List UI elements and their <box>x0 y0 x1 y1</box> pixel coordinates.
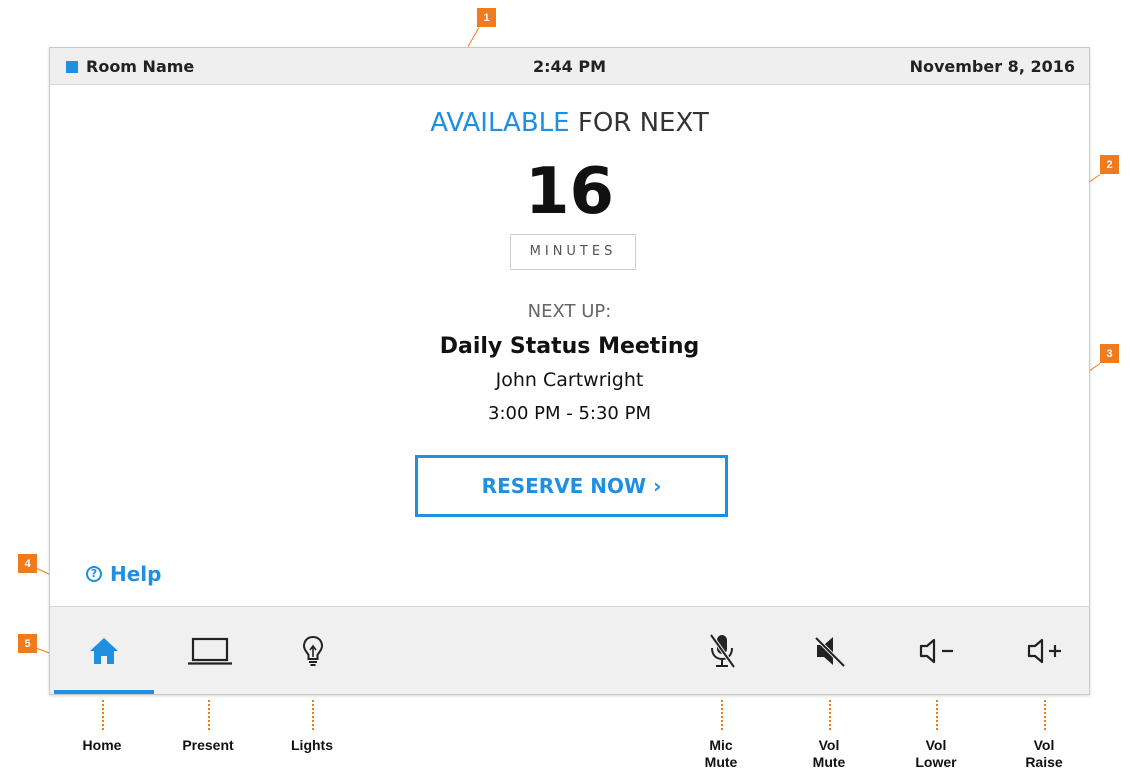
leader-mic-mute <box>721 700 723 730</box>
callout-line-1 <box>467 27 480 47</box>
callout-badge-2: 2 <box>1100 155 1119 174</box>
laptop-icon <box>188 637 232 665</box>
availability-headline: AVAILABLE FOR NEXT <box>50 108 1089 138</box>
leader-lights <box>312 700 314 730</box>
help-icon: ? <box>86 566 102 582</box>
current-date: November 8, 2016 <box>909 57 1075 76</box>
next-meeting-organizer: John Cartwright <box>495 369 644 391</box>
label-present: Present <box>182 737 234 753</box>
status-bar: Room Name 2:44 PM November 8, 2016 <box>50 48 1089 85</box>
leader-vol-lower <box>936 700 938 730</box>
help-button[interactable]: ? Help <box>86 562 161 586</box>
mic-mute-button[interactable] <box>672 607 772 694</box>
leader-vol-mute <box>829 700 831 730</box>
label-home: Home <box>82 737 122 753</box>
next-up-label: NEXT UP: <box>527 301 612 322</box>
lightbulb-icon <box>302 635 324 666</box>
present-button[interactable] <box>160 607 260 694</box>
leader-present <box>208 700 210 730</box>
label-vol-lower: Vol Lower <box>915 737 957 770</box>
home-icon <box>90 637 118 664</box>
callout-badge-4: 4 <box>18 554 37 573</box>
bottom-toolbar <box>50 606 1089 694</box>
home-button[interactable] <box>54 607 154 694</box>
minutes-remaining: 16 <box>524 155 615 229</box>
for-next-text: FOR NEXT <box>569 108 709 138</box>
leader-vol-raise <box>1044 700 1046 730</box>
callout-badge-5: 5 <box>18 634 37 653</box>
callout-badge-3: 3 <box>1100 344 1119 363</box>
room-panel: Room Name 2:44 PM November 8, 2016 AVAIL… <box>49 47 1090 695</box>
next-meeting-time: 3:00 PM - 5:30 PM <box>488 403 651 424</box>
available-word: AVAILABLE <box>430 108 570 138</box>
label-vol-mute: Vol Mute <box>812 737 846 770</box>
vol-mute-button[interactable] <box>780 607 880 694</box>
speaker-mute-icon <box>814 636 846 667</box>
volume-down-icon <box>919 638 953 663</box>
vol-raise-button[interactable] <box>995 607 1095 694</box>
label-mic-mute: Mic Mute <box>704 737 738 770</box>
reserve-now-button[interactable]: RESERVE NOW › <box>415 455 728 517</box>
vol-lower-button[interactable] <box>887 607 987 694</box>
callout-badge-1: 1 <box>477 8 496 27</box>
help-label: Help <box>110 562 162 586</box>
label-vol-raise: Vol Raise <box>1025 737 1063 770</box>
mic-mute-icon <box>709 633 736 668</box>
next-meeting-title: Daily Status Meeting <box>439 334 700 359</box>
leader-home <box>102 700 104 730</box>
label-lights: Lights <box>291 737 333 753</box>
volume-up-icon <box>1027 638 1061 663</box>
lights-button[interactable] <box>263 607 363 694</box>
minutes-unit-label: MINUTES <box>510 234 636 270</box>
